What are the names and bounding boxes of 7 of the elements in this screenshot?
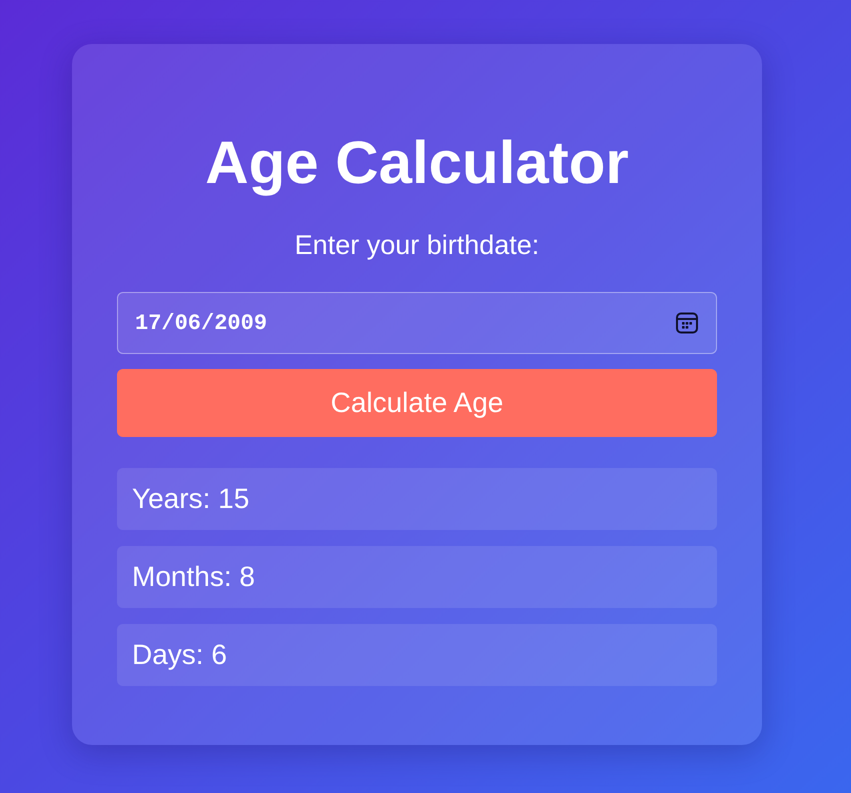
calendar-icon[interactable]	[676, 312, 698, 334]
result-row: Months: 8	[117, 546, 717, 608]
birthdate-prompt: Enter your birthdate:	[294, 229, 540, 261]
result-row: Days: 6	[117, 624, 717, 686]
app-title: Age Calculator	[205, 128, 629, 198]
calculate-age-button[interactable]: Calculate Age	[117, 369, 717, 437]
result-row: Years: 15	[117, 468, 717, 530]
